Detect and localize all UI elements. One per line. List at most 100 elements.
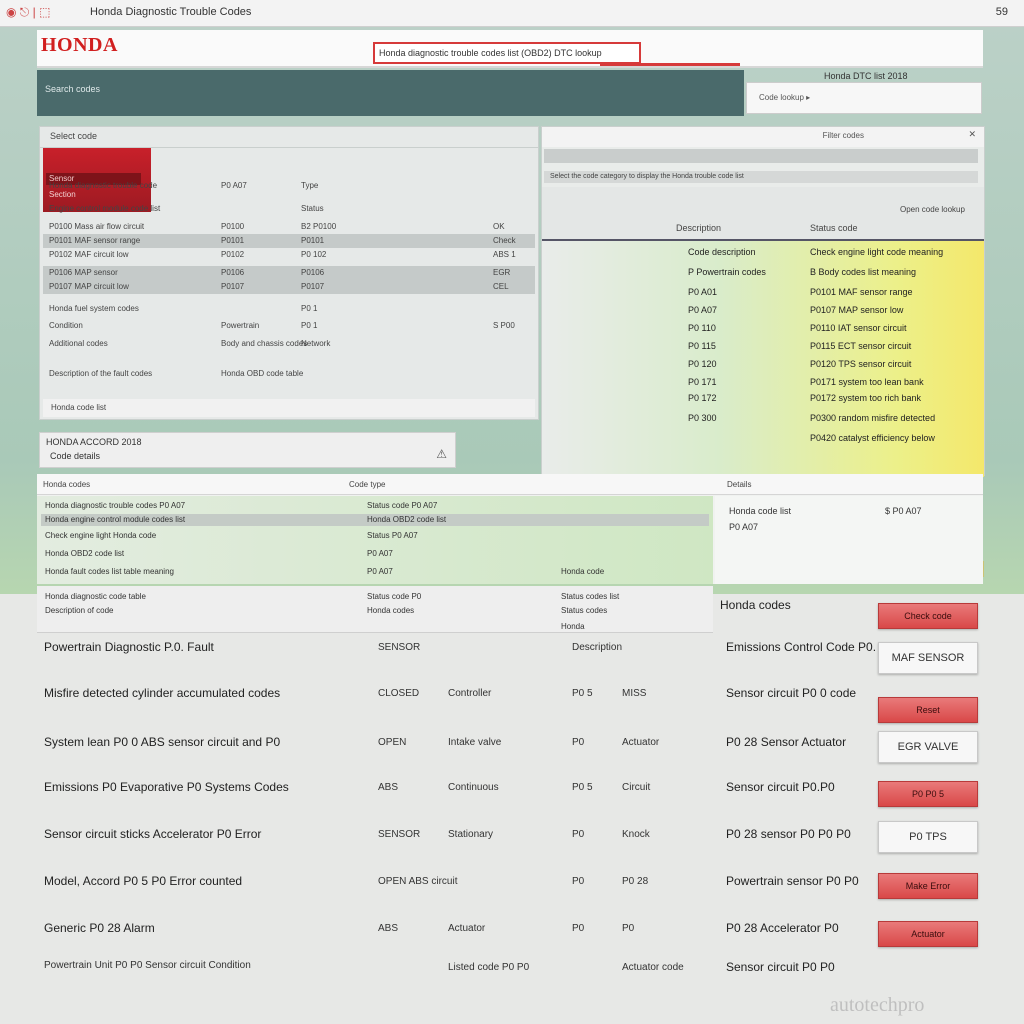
code-item[interactable]: P0 A01 [688, 287, 717, 297]
mid-row[interactable]: Honda OBD2 code list P0 A07 [41, 548, 709, 560]
code-item[interactable]: P Powertrain codes [688, 267, 766, 277]
row-detail: Emissions Control Code P0. Last [726, 640, 903, 654]
lower-head-l2: Description of code [45, 606, 114, 615]
filter-label[interactable]: Filter codes [823, 131, 864, 140]
table-row[interactable]: Additional codes Body and chassis codes Ne… [43, 337, 535, 351]
row-code: P0 [572, 876, 585, 887]
mid-row[interactable]: Check engine light Honda code Status P0 A… [41, 530, 709, 542]
cell-c2: P0 A07 [221, 181, 247, 190]
code-item[interactable]: P0 120 [688, 359, 717, 369]
table-row[interactable]: P0106 MAP sensor P0106 P0106 EGR [43, 266, 535, 280]
code-item[interactable]: P0 110 [688, 323, 716, 333]
vehicle-box[interactable]: HONDA ACCORD 2018 Code details ⚠ [39, 432, 456, 468]
row-status: SENSOR [378, 829, 421, 840]
header: HONDA Honda diagnostic trouble codes lis… [37, 30, 983, 68]
cell-c4: OK [493, 222, 505, 231]
left-panel-footer[interactable]: Honda code list [43, 399, 535, 417]
mid-row[interactable]: Honda fault codes list table meaning P0 A… [41, 566, 709, 578]
cell-c2: P0102 [221, 250, 245, 259]
code-description: P0300 random misfire detected [810, 413, 936, 423]
table-row[interactable]: P0107 MAP circuit low P0107 P0107 CEL [43, 280, 535, 294]
table-row[interactable]: Engine control module code list Status [43, 202, 535, 216]
cell-c1: Engine control module code list [49, 204, 161, 213]
row-detail: Sensor circuit P0.P0 [726, 780, 835, 794]
cell-c1: P0107 MAP circuit low [49, 282, 129, 291]
cell-c4: Check [493, 236, 516, 245]
nav-right-panel-label: Code lookup ▸ [759, 93, 811, 102]
mid-cell-1: Honda diagnostic trouble codes P0 A07 [45, 501, 186, 510]
nav-right-text: Honda DTC list 2018 [824, 71, 908, 81]
action-button[interactable]: Reset [878, 697, 978, 723]
right-panel: Filter codes ✕ Select the code category … [541, 126, 985, 577]
table-row[interactable]: P0100 Mass air flow circuit P0100 B2 P0100… [43, 220, 535, 234]
code-item[interactable]: P0 172 [688, 393, 717, 403]
nav-right-panel[interactable]: Code lookup ▸ [746, 82, 982, 114]
action-button[interactable]: EGR VALVE [878, 731, 978, 763]
nav-bar: Search codes [37, 70, 744, 116]
table-row[interactable]: Honda diagnostic trouble code P0 A07 Type [43, 179, 535, 193]
code-item[interactable]: P0 A07 [688, 305, 717, 315]
cell-c3: P0 102 [301, 250, 327, 259]
table-row[interactable]: Honda fuel system codes P0 1 [43, 302, 535, 316]
row-name: Powertrain Unit P0 P0 Sensor circuit Con… [44, 960, 251, 971]
row-name: System lean P0 0 ABS sensor circuit and … [44, 735, 281, 749]
action-button[interactable]: MAF SENSOR [878, 642, 978, 674]
row-detail: Sensor circuit P0 0 code [726, 686, 857, 700]
cell-c1: P0101 MAF sensor range [49, 236, 141, 245]
code-item[interactable]: P0 171 [688, 377, 717, 387]
row-code: P0 [572, 737, 585, 748]
row-code: P0 [572, 923, 585, 934]
row-type: Actuator [448, 923, 486, 934]
row-type: Controller [448, 688, 492, 699]
mid-band: Honda codes Code type Details Honda diag… [37, 474, 983, 584]
action-button[interactable]: P0 TPS [878, 821, 978, 853]
row-status: OPEN [378, 737, 407, 748]
table-row[interactable]: P0102 MAF circuit low P0102 P0 102 ABS 1 [43, 248, 535, 262]
row-category: Circuit [622, 782, 651, 793]
row-status: CLOSED [378, 688, 420, 699]
code-item[interactable]: P0 300 [688, 413, 717, 423]
lower-head-r2: Status codes [561, 606, 608, 615]
cell-c3: Type [301, 181, 319, 190]
cell-c1: P0102 MAF circuit low [49, 250, 129, 259]
mid-band-header: Honda codes Code type Details [37, 474, 983, 495]
lower-head-r3: Honda [561, 622, 585, 631]
mid-cell-1: Check engine light Honda code [45, 531, 157, 540]
action-button[interactable]: Check code [878, 603, 978, 629]
mid-cell-2: P0 A07 [367, 549, 393, 558]
row-status: ABS [378, 923, 399, 934]
cell-c3: P0 1 [301, 321, 318, 330]
table-row[interactable]: Condition Powertrain P0 1 S P00 [43, 319, 535, 333]
cell-c1: P0100 Mass air flow circuit [49, 222, 145, 231]
accent-line [600, 63, 740, 66]
lower-head-side: Honda codes [720, 598, 791, 612]
lower-head-r1: Status codes list [561, 592, 620, 601]
left-panel-title: Select code [50, 131, 98, 141]
search-input[interactable]: Honda diagnostic trouble codes list (OBD… [373, 42, 641, 64]
cell-c3: P0101 [301, 236, 325, 245]
right-panel-bar[interactable] [544, 149, 978, 163]
action-button[interactable]: Make Error [878, 873, 978, 899]
code-item[interactable]: P0 115 [688, 341, 716, 351]
action-button[interactable]: P0 P0 5 [878, 781, 978, 807]
nav-label[interactable]: Search codes [45, 84, 100, 94]
open-lookup-link[interactable]: Open code lookup [900, 205, 965, 214]
right-panel-info: Select the code category to display the … [544, 171, 978, 183]
col-description: Description [676, 223, 722, 233]
mid-row[interactable]: Honda diagnostic trouble codes P0 A07 Sta… [41, 500, 709, 512]
window-icons[interactable]: ◉ ⎋ | ⬚ [6, 5, 50, 20]
close-icon[interactable]: ✕ [968, 129, 976, 140]
row-detail: P0 28 Sensor Actuator [726, 735, 847, 749]
mid-row[interactable]: Honda engine control module codes list Ho… [41, 514, 709, 526]
table-row[interactable]: P0101 MAF sensor range P0101 P0101 Check [43, 234, 535, 248]
code-list: Code description Check engine light code … [542, 239, 984, 577]
cell-c4: S P00 [493, 321, 515, 330]
action-button[interactable]: Actuator [878, 921, 978, 947]
mid-cell-3: Honda code [561, 567, 605, 576]
row-category: P0 [622, 923, 635, 934]
mid-head-right: Details [727, 480, 752, 489]
code-item[interactable]: Code description [688, 247, 756, 257]
honda-logo[interactable]: HONDA [41, 34, 118, 57]
mid-cell-1: Honda fault codes list table meaning [45, 567, 174, 576]
table-row[interactable]: Description of the fault codes Honda OBD … [43, 367, 535, 381]
